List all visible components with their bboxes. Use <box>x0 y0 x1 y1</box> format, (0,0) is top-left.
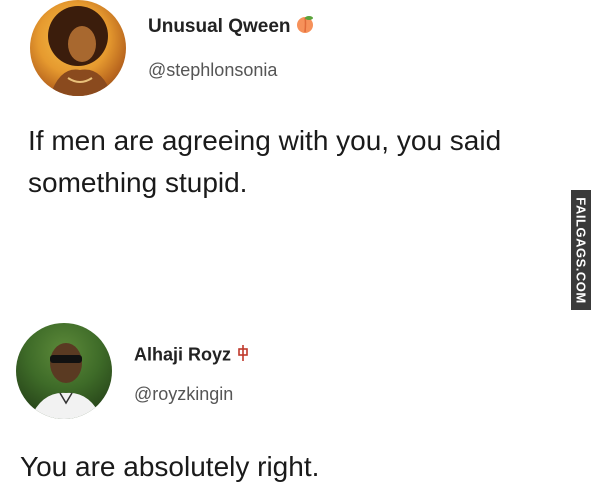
tweet-text: You are absolutely right. <box>20 446 580 488</box>
avatar-image <box>30 343 102 419</box>
tweet-text-line: If men are agreeing with you, you said <box>28 125 502 156</box>
display-name[interactable]: Unusual Qween <box>148 14 315 40</box>
handle[interactable]: @stephlonsonia <box>148 60 277 81</box>
tweet-alhaji-royz: Alhaji Royz @royzkingin You are absolute… <box>0 318 600 492</box>
mahjong-red-dragon-icon <box>235 343 251 368</box>
watermark: FAILGAGS.COM <box>571 190 591 310</box>
display-name-text: Unusual Qween <box>148 16 291 38</box>
tweet-text-line: You are absolutely right. <box>20 451 320 482</box>
handle[interactable]: @royzkingin <box>134 384 233 405</box>
avatar[interactable] <box>30 0 126 96</box>
watermark-text: FAILGAGS.COM <box>573 196 589 304</box>
peach-icon <box>295 14 315 40</box>
avatar-image <box>48 6 112 96</box>
tweet-text: If men are agreeing with you, you said s… <box>28 120 588 204</box>
display-name[interactable]: Alhaji Royz <box>134 343 251 368</box>
avatar[interactable] <box>16 323 112 419</box>
display-name-text: Alhaji Royz <box>134 344 232 365</box>
tweet-unusual-qween: Unusual Qween @stephlonsonia If men are … <box>0 0 600 240</box>
tweet-text-line: something stupid. <box>28 167 248 198</box>
